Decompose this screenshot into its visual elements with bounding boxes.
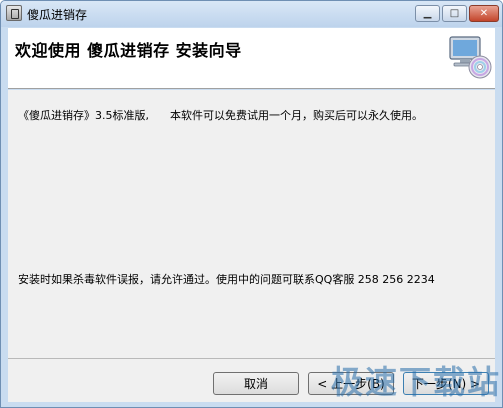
computer-cd-icon <box>449 36 492 79</box>
maximize-button[interactable]: □ <box>442 5 467 22</box>
minimize-icon: ▁ <box>423 8 432 19</box>
info-text-trial: 《傻瓜进销存》3.5标准版, 本软件可以免费试用一个月，购买后可以永久使用。 <box>18 109 423 122</box>
wizard-title: 欢迎使用 傻瓜进销存 安装向导 <box>15 41 242 60</box>
app-icon <box>6 5 22 21</box>
wizard-header: 欢迎使用 傻瓜进销存 安装向导 <box>8 28 495 89</box>
back-button[interactable]: < 上一步(B) <box>308 372 394 395</box>
window-title: 傻瓜进销存 <box>27 8 88 22</box>
close-icon: ✕ <box>479 8 489 19</box>
close-button[interactable]: ✕ <box>469 5 499 22</box>
title-bar[interactable]: 傻瓜进销存 ▁ □ ✕ <box>1 1 502 27</box>
cancel-button[interactable]: 取消 <box>213 372 299 395</box>
installer-window: 傻瓜进销存 ▁ □ ✕ 欢迎使用 傻瓜进销存 安装向导 《傻瓜进销存》3.5标准… <box>0 0 503 408</box>
wizard-content: 《傻瓜进销存》3.5标准版, 本软件可以免费试用一个月，购买后可以永久使用。 安… <box>8 90 495 358</box>
next-button[interactable]: 下一步(N) > <box>403 372 489 395</box>
minimize-button[interactable]: ▁ <box>415 5 440 22</box>
info-text-antivirus: 安装时如果杀毒软件误报，请允许通过。使用中的问题可联系QQ客服 258 256 … <box>18 273 435 286</box>
maximize-icon: □ <box>449 8 460 19</box>
wizard-footer: 取消 < 上一步(B) 下一步(N) > <box>8 358 495 402</box>
